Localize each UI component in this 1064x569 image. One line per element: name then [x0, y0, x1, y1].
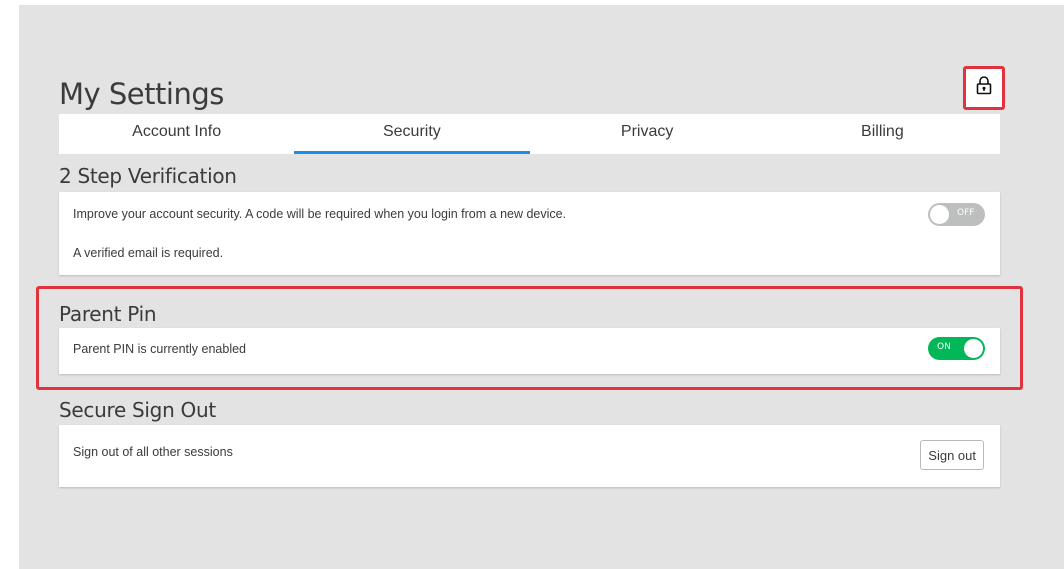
sign-out-button[interactable]: Sign out [920, 440, 984, 470]
tab-privacy[interactable]: Privacy [530, 114, 765, 154]
page-title: My Settings [59, 77, 224, 111]
tab-account-info[interactable]: Account Info [59, 114, 294, 154]
two-step-note: A verified email is required. [73, 246, 224, 260]
secure-sign-out-title: Secure Sign Out [59, 398, 216, 422]
parent-pin-title: Parent Pin [59, 302, 157, 326]
toggle-knob [964, 339, 983, 358]
toggle-knob [930, 205, 949, 224]
parent-pin-description: Parent PIN is currently enabled [73, 342, 247, 356]
padlock-icon [976, 76, 992, 100]
tab-billing[interactable]: Billing [765, 114, 1000, 154]
lock-button[interactable] [969, 73, 999, 103]
two-step-verification-card: Improve your account security. A code wi… [59, 192, 1000, 275]
parent-pin-card: Parent PIN is currently enabled ON [59, 328, 1000, 374]
two-step-verification-title: 2 Step Verification [59, 164, 237, 188]
parent-pin-toggle[interactable]: ON [928, 337, 985, 360]
toggle-state-label: OFF [957, 208, 975, 218]
settings-tabs: Account Info Security Privacy Billing [59, 114, 1000, 154]
secure-sign-out-card: Sign out of all other sessions Sign out [59, 425, 1000, 487]
tab-security[interactable]: Security [294, 114, 530, 154]
toggle-state-label: ON [937, 342, 951, 352]
secure-sign-out-description: Sign out of all other sessions [73, 445, 233, 459]
lock-highlight[interactable] [963, 66, 1005, 110]
two-step-description: Improve your account security. A code wi… [73, 207, 567, 221]
two-step-toggle[interactable]: OFF [928, 203, 985, 226]
